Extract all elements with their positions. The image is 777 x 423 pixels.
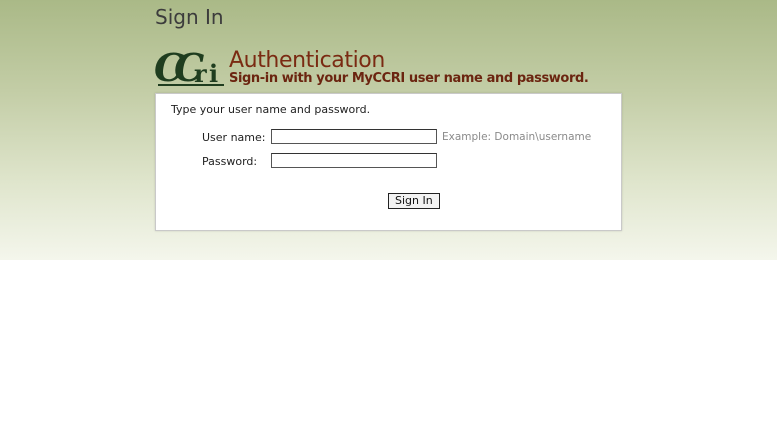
username-input[interactable] [271,129,437,144]
svg-text:r: r [194,59,207,88]
username-hint: Example: Domain\username [442,131,592,143]
password-label: Password: [202,155,258,168]
sign-in-instruction: Type your user name and password. [171,103,371,116]
sign-in-panel: Type your user name and password. User n… [155,93,622,231]
svg-text:i: i [209,59,218,88]
ccri-logo-icon: C C r i [154,46,224,88]
page-title: Sign In [155,5,224,29]
username-label: User name: [202,131,266,144]
authentication-subheading: Sign-in with your MyCCRI user name and p… [229,71,589,86]
password-input[interactable] [271,153,437,168]
sign-in-button[interactable]: Sign In [388,193,440,209]
authentication-heading: Authentication [229,48,385,73]
